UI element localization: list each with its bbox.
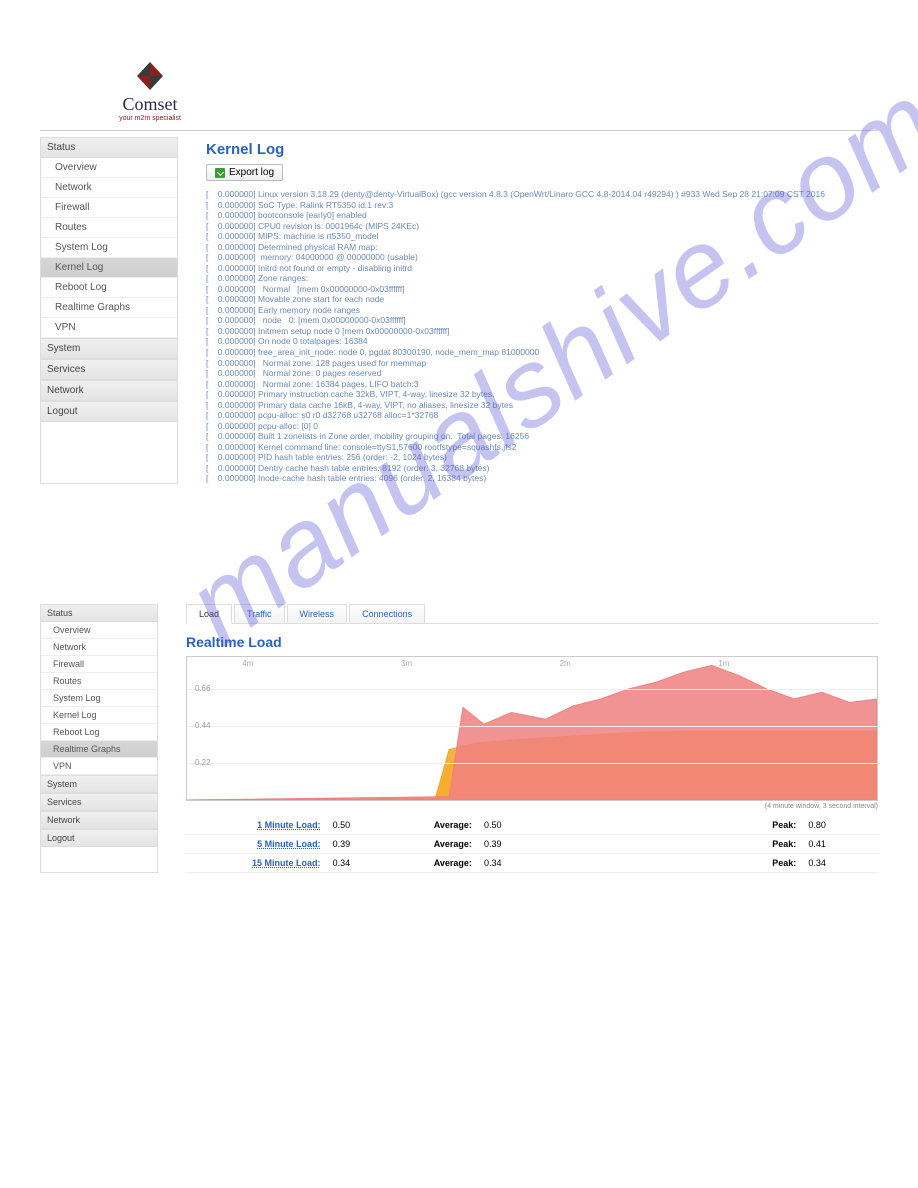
logo-brand-name: Comset [105,94,195,115]
stat-avg-label: Average: [402,834,478,853]
stat-avg-label: Average: [402,816,478,835]
sidebar: StatusOverviewNetworkFirewallRoutesSyste… [40,604,158,873]
export-log-label: Export log [229,167,274,178]
logo-tagline: your m2m specialist [105,115,195,122]
grid-line [187,726,877,727]
sidebar-section-services[interactable]: Services [41,793,157,811]
stat-label: 5 Minute Load: [257,839,321,849]
tab-connections[interactable]: Connections [349,604,425,623]
stat-avg: 0.34 [478,853,554,872]
kernel-log-output: [ 0.000000] Linux version 3.18.29 (denty… [206,189,878,484]
tab-bar: LoadTrafficWirelessConnections [186,604,878,624]
sidebar-item-routes[interactable]: Routes [41,673,157,690]
stat-label: 15 Minute Load: [252,858,321,868]
tab-load[interactable]: Load [186,604,232,624]
sidebar-item-kernel-log[interactable]: Kernel Log [41,707,157,724]
sidebar-section-system[interactable]: System [41,338,177,359]
load-stats-table: 1 Minute Load:0.50Average:0.50Peak:0.805… [186,816,878,873]
realtime-load-chart: 0.22 0.44 0.66 4m 3m 2m 1m [186,656,878,801]
load-stat-row: 5 Minute Load: 0.39Average:0.39 Peak:0.41 [186,834,878,853]
export-log-button[interactable]: Export log [206,164,283,181]
sidebar-item-kernel-log[interactable]: Kernel Log [41,258,177,278]
page-title: Realtime Load [186,634,878,650]
stat-label: 1 Minute Load: [257,820,321,830]
sidebar-item-network[interactable]: Network [41,639,157,656]
sidebar-section-network[interactable]: Network [41,380,177,401]
chart-window-note: (4 minute window, 3 second interval) [186,803,878,810]
stat-peak: 0.80 [802,816,878,835]
sidebar-section-system[interactable]: System [41,775,157,793]
sidebar-section-network[interactable]: Network [41,811,157,829]
sidebar-item-firewall[interactable]: Firewall [41,656,157,673]
sidebar-item-network[interactable]: Network [41,178,177,198]
sidebar-section-logout[interactable]: Logout [41,401,177,422]
stat-peak-label: Peak: [727,853,803,872]
x-tick-label: 1m [718,659,729,668]
y-tick-label: 0.44 [195,721,211,730]
sidebar-section-logout[interactable]: Logout [41,829,157,847]
stat-avg-label: Average: [402,853,478,872]
sidebar-item-routes[interactable]: Routes [41,218,177,238]
x-tick-label: 2m [560,659,571,668]
export-icon [215,168,225,178]
page-title: Kernel Log [206,141,878,158]
sidebar-section-services[interactable]: Services [41,359,177,380]
sidebar-item-firewall[interactable]: Firewall [41,198,177,218]
sidebar-item-vpn[interactable]: VPN [41,758,157,775]
x-tick-label: 3m [401,659,412,668]
stat-peak-label: Peak: [727,816,803,835]
sidebar-section-status[interactable]: Status [41,604,157,622]
grid-line [187,763,877,764]
x-tick-label: 4m [242,659,253,668]
sidebar-item-reboot-log[interactable]: Reboot Log [41,724,157,741]
header-divider [40,130,878,131]
load-stat-row: 15 Minute Load:0.34Average:0.34Peak:0.34 [186,853,878,872]
tab-wireless[interactable]: Wireless [287,604,348,623]
sidebar: StatusOverviewNetworkFirewallRoutesSyste… [40,137,178,484]
stat-current: 0.39 [327,834,403,853]
stat-current: 0.34 [327,853,403,872]
grid-line [187,689,877,690]
logo-diamond-icon [129,60,171,92]
y-tick-label: 0.22 [195,758,211,767]
sidebar-item-realtime-graphs[interactable]: Realtime Graphs [41,298,177,318]
brand-logo: Comset your m2m specialist [105,60,195,122]
sidebar-item-vpn[interactable]: VPN [41,318,177,338]
stat-peak: 0.34 [802,853,878,872]
sidebar-item-overview[interactable]: Overview [41,622,157,639]
sidebar-section-status[interactable]: Status [41,137,177,158]
sidebar-item-reboot-log[interactable]: Reboot Log [41,278,177,298]
stat-avg: 0.50 [478,816,554,835]
load-stat-row: 1 Minute Load: 0.50Average:0.50 Peak:0.80 [186,816,878,835]
sidebar-item-system-log[interactable]: System Log [41,690,157,707]
stat-avg: 0.39 [478,834,554,853]
stat-peak-label: Peak: [727,834,803,853]
tab-traffic[interactable]: Traffic [234,604,285,623]
stat-peak: 0.41 [802,834,878,853]
y-tick-label: 0.66 [195,684,211,693]
stat-current: 0.50 [327,816,403,835]
sidebar-item-overview[interactable]: Overview [41,158,177,178]
sidebar-item-realtime-graphs[interactable]: Realtime Graphs [41,741,157,758]
sidebar-item-system-log[interactable]: System Log [41,238,177,258]
